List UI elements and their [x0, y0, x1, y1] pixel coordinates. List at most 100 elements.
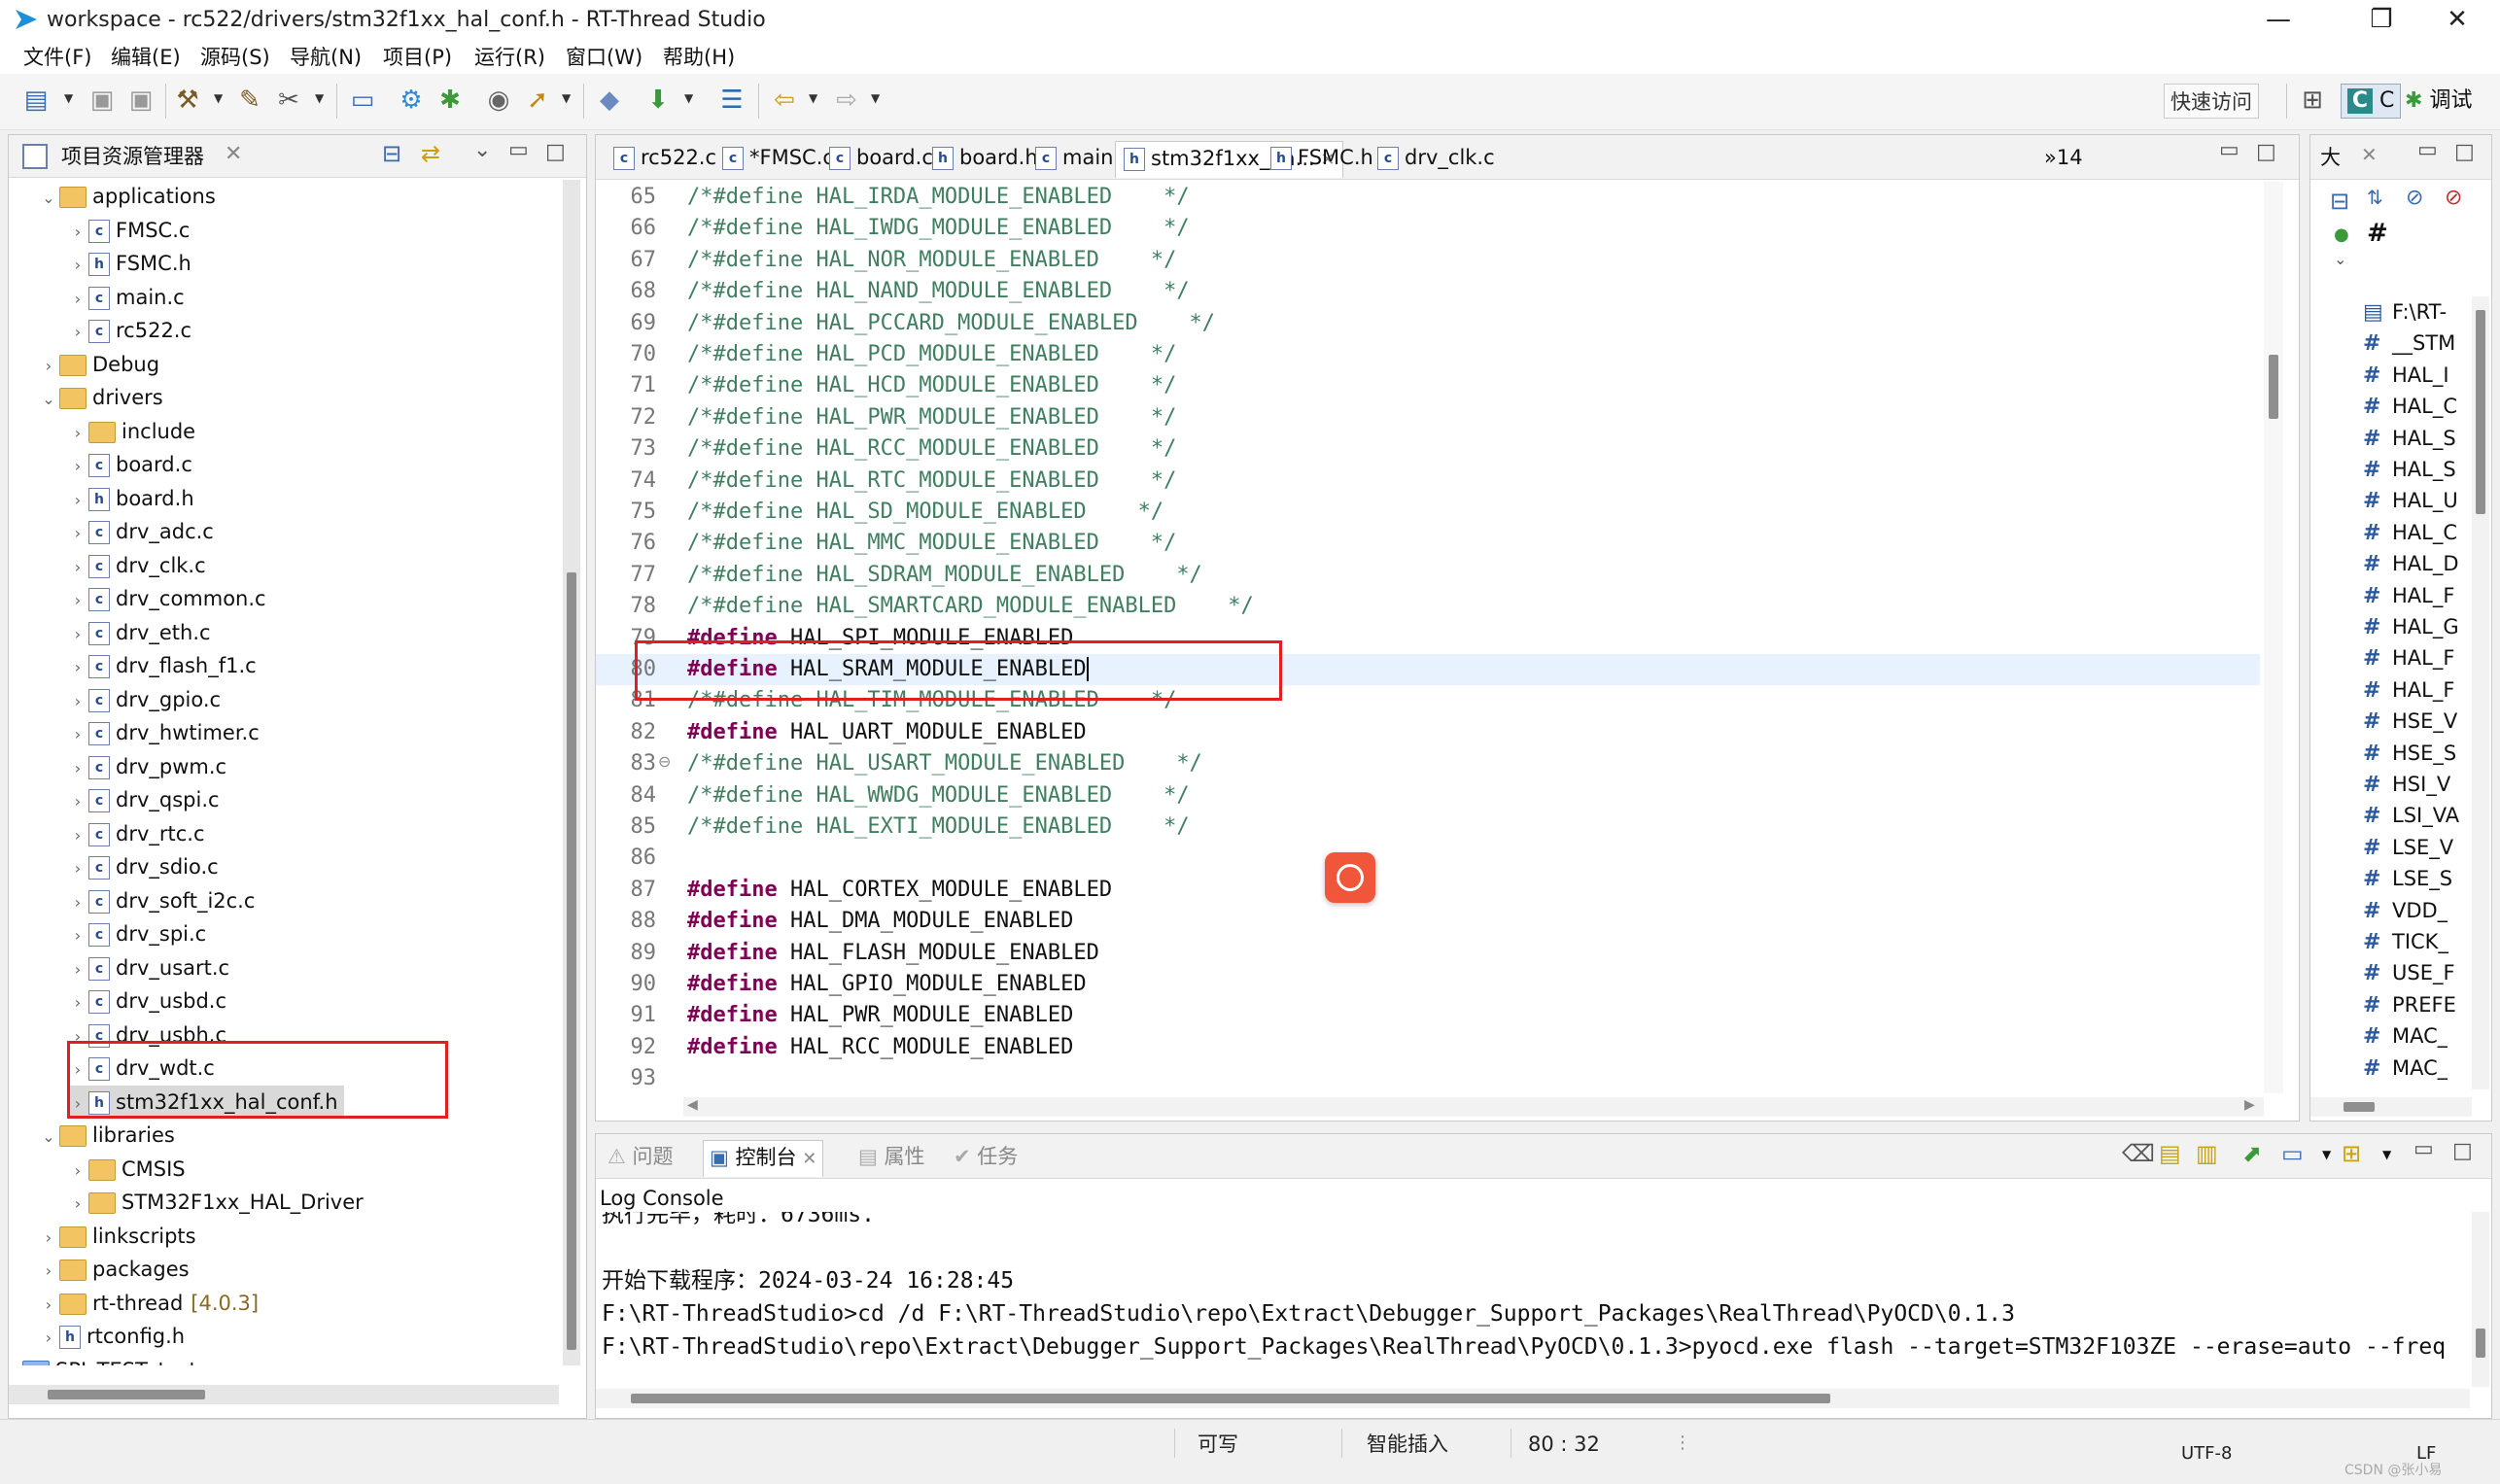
close-icon[interactable]: ✕ [2361, 143, 2378, 166]
outline-item[interactable]: # HAL_S [2363, 454, 2456, 485]
console-scroll-thumb[interactable] [2476, 1329, 2485, 1358]
floating-search-button[interactable] [1325, 852, 1375, 903]
tree-item[interactable]: › c rc522.c [67, 314, 191, 347]
tree-item[interactable]: › c drv_flash_f1.c [67, 649, 257, 682]
tree-item[interactable]: › c drv_usart.c [67, 951, 229, 984]
back-arrow-icon[interactable]: ⇦ [768, 84, 801, 117]
chevron-right-icon[interactable]: › [38, 1322, 59, 1355]
chevron-right-icon[interactable]: › [67, 618, 88, 651]
tree-item[interactable]: › rt-thread [4.0.3] [38, 1287, 259, 1320]
console-tab[interactable]: ▤ 属性 [852, 1140, 931, 1177]
maximize-view-icon[interactable]: □ [545, 140, 566, 164]
hide-macros-icon[interactable]: # [2367, 219, 2388, 248]
menu-run[interactable]: 运行(R) [474, 41, 545, 74]
more-tabs-indicator[interactable]: »14 [2044, 141, 2083, 174]
download-icon[interactable]: ⬇ [642, 84, 675, 117]
outline-hscroll-thumb[interactable] [2344, 1102, 2375, 1112]
outline-scroll-thumb[interactable] [2476, 310, 2485, 514]
save-all-icon[interactable]: ▣ [124, 84, 157, 117]
word-wrap-icon[interactable]: ▥ [2196, 1140, 2218, 1167]
hide-static-icon[interactable]: ⊘ [2445, 186, 2462, 210]
close-icon[interactable]: ✕ [797, 1149, 816, 1169]
editor-tab[interactable]: h FSMC.h [1263, 141, 1381, 178]
chevron-right-icon[interactable]: › [67, 517, 88, 550]
chevron-right-icon[interactable]: › [67, 450, 88, 483]
outline-item[interactable]: # __STM [2363, 328, 2455, 359]
chevron-right-icon[interactable]: › [38, 350, 59, 383]
outline-item[interactable]: # USE_F [2363, 957, 2455, 988]
outline-item[interactable]: # HAL_I [2363, 360, 2449, 391]
console-output[interactable]: 执行完毕，耗时：6736ms. 开始下载程序：2024-03-24 16:28:4… [596, 1212, 2470, 1387]
tree-item[interactable]: › h board.h [67, 482, 194, 515]
chevron-right-icon[interactable]: › [67, 886, 88, 919]
forward-arrow-icon[interactable]: ⇨ [830, 84, 863, 117]
hide-nonpublic-icon[interactable]: ● [2334, 224, 2349, 245]
minimize-view-icon[interactable]: ▭ [2413, 1137, 2434, 1161]
chevron-right-icon[interactable]: › [38, 1289, 59, 1322]
outline-tab-label[interactable]: 大 [2320, 141, 2341, 174]
layers-icon[interactable]: ☰ [715, 84, 748, 117]
chevron-right-icon[interactable]: › [67, 249, 88, 282]
outline-horizontal-scrollbar[interactable] [2310, 1097, 2472, 1117]
outline-item[interactable]: # HAL_G [2363, 611, 2459, 642]
save-icon[interactable]: ▣ [86, 84, 119, 117]
display-console-icon[interactable]: ▭ [2281, 1140, 2304, 1167]
chevron-down-icon[interactable]: ▼ [809, 91, 820, 105]
tree-item[interactable]: › include [67, 415, 195, 448]
tree-item[interactable]: › packages [38, 1253, 190, 1286]
tree-horizontal-scrollbar[interactable] [9, 1385, 559, 1404]
editor-tab[interactable]: c board.c [821, 141, 941, 178]
outline-item[interactable]: # HSE_S [2363, 738, 2456, 769]
tree-item[interactable]: › c FMSC.c [67, 214, 190, 247]
tree-item[interactable]: › STM32F1xx_HAL_Driver [67, 1186, 364, 1219]
debug-bug-icon[interactable]: ✱ [434, 84, 467, 117]
pin-console-icon[interactable]: ⬈ [2242, 1140, 2262, 1167]
editor-tab[interactable]: c drv_clk.c [1370, 141, 1503, 178]
tree-item[interactable]: ⌄ drivers [38, 381, 163, 414]
tree-item[interactable]: › c drv_gpio.c [67, 683, 221, 716]
outline-vertical-scrollbar[interactable] [2472, 296, 2489, 1089]
tree-item[interactable]: › c main.c [67, 281, 185, 314]
menu-file[interactable]: 文件(F) [23, 41, 91, 74]
open-console-icon[interactable]: ⊞ [2342, 1140, 2361, 1167]
minimize-view-icon[interactable]: ▭ [2417, 138, 2438, 162]
outline-item[interactable]: # MAC_ [2363, 1053, 2448, 1084]
outline-item[interactable]: # LSI_VA [2363, 800, 2459, 831]
outline-item[interactable]: # HAL_F [2363, 580, 2454, 611]
tree-item[interactable]: › c drv_clk.c [67, 549, 206, 582]
menu-project[interactable]: 项目(P) [383, 41, 452, 74]
quick-access-field[interactable]: 快速访问 [2164, 84, 2259, 119]
tree-item[interactable]: › c drv_common.c [67, 582, 266, 615]
chevron-right-icon[interactable]: › [67, 551, 88, 584]
outline-item[interactable]: # HSE_V [2363, 706, 2457, 737]
outline-item[interactable]: # HAL_C [2363, 391, 2457, 422]
download-chip-icon[interactable]: ◉ [482, 84, 515, 117]
hide-fields-icon[interactable]: ⊘ [2406, 186, 2423, 210]
menu-window[interactable]: 窗口(W) [566, 41, 642, 74]
perspective-debug-button[interactable]: ✱ 调试 [2405, 84, 2472, 119]
view-menu-icon[interactable]: ⌄ [2334, 250, 2346, 268]
chevron-right-icon[interactable]: › [67, 417, 88, 450]
outline-item[interactable]: # HAL_S [2363, 423, 2456, 454]
sort-az-icon[interactable]: ⇅ [2367, 186, 2383, 209]
tree-item[interactable]: › h rtconfig.h [38, 1320, 185, 1353]
menu-source[interactable]: 源码(S) [200, 41, 270, 74]
link-editor-icon[interactable]: ⇄ [421, 140, 440, 167]
minimize-view-icon[interactable]: ▭ [2219, 138, 2240, 162]
clear-console-icon[interactable]: ⌫ [2122, 1140, 2155, 1167]
chevron-right-icon[interactable]: › [67, 819, 88, 852]
console-vertical-scrollbar[interactable] [2472, 1212, 2489, 1387]
outline-item[interactable]: # HAL_U [2363, 485, 2458, 516]
new-icon[interactable]: ▤ [19, 84, 52, 117]
perspective-c-button[interactable]: C C [2341, 84, 2402, 119]
tree-item[interactable]: › c drv_hwtimer.c [67, 716, 260, 749]
chevron-right-icon[interactable]: › [67, 651, 88, 684]
outline-item[interactable]: # HAL_F [2363, 642, 2454, 673]
tools-icon[interactable]: ✂ [272, 84, 305, 117]
tree-item[interactable]: SPI_TEST_test [22, 1354, 197, 1365]
chevron-right-icon[interactable]: › [67, 283, 88, 316]
chevron-right-icon[interactable]: › [67, 216, 88, 249]
menu-navigate[interactable]: 导航(N) [290, 41, 362, 74]
code-editor[interactable]: 65 /*#define HAL_IRDA_MODULE_ENABLED */ 66… [596, 182, 2260, 1093]
editor-tab[interactable]: c rc522.c [606, 141, 724, 178]
